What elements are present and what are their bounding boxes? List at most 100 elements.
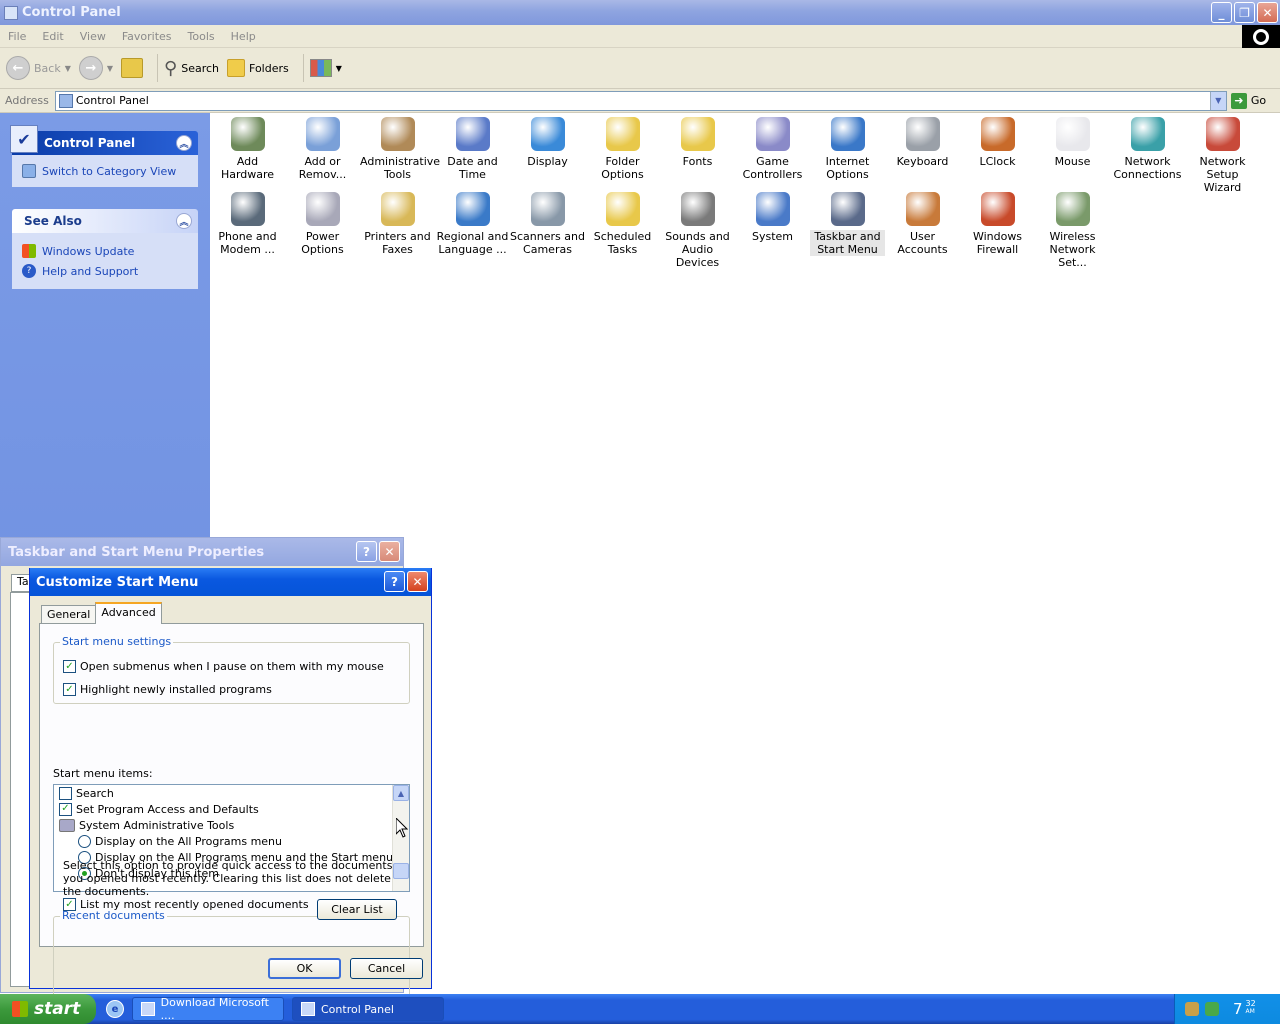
control-panel-icon (58, 93, 73, 108)
cp-item-mouse[interactable]: Mouse (1035, 113, 1110, 168)
cp-item-scheduled-tasks[interactable]: Scheduled Tasks (585, 188, 660, 256)
cp-item-game-controllers[interactable]: Game Controllers (735, 113, 810, 181)
cp-item-lclock[interactable]: LClock (960, 113, 1035, 168)
up-folder-button[interactable] (121, 58, 144, 78)
cp-item-regional-and-language[interactable]: Regional and Language ... (435, 188, 510, 256)
checkbox-checked[interactable]: ✓ (59, 802, 72, 816)
restore-button[interactable]: ❐ (1234, 2, 1255, 23)
collapse-icon[interactable]: ︽ (176, 213, 192, 229)
help-button[interactable]: ? (384, 571, 405, 592)
toolbar-divider (302, 54, 304, 82)
forward-button[interactable]: → ▼ (78, 56, 113, 80)
clock[interactable]: 7 32 AM (1233, 1000, 1256, 1019)
list-recent-documents-checkbox[interactable]: ✓ List my most recently opened documents (63, 898, 309, 911)
cp-item-keyboard[interactable]: Keyboard (885, 113, 960, 168)
cp-item-administrative-tools[interactable]: Administrative Tools (360, 113, 440, 181)
menu-file[interactable]: File (0, 30, 34, 43)
cp-item-power-options[interactable]: Power Options (285, 188, 360, 256)
list-item-set-program-access[interactable]: ✓ Set Program Access and Defaults (59, 801, 259, 817)
search-icon: ⚲ (164, 57, 178, 79)
list-item-label: System Administrative Tools (79, 818, 235, 832)
address-field[interactable]: Control Panel ▼ (54, 90, 1227, 111)
help-button[interactable]: ? (356, 541, 377, 562)
views-button[interactable]: ▼ (309, 59, 342, 77)
checkbox-unchecked[interactable] (59, 786, 72, 800)
cancel-button[interactable]: Cancel (350, 958, 423, 979)
cp-item-label: LClock (979, 155, 1016, 168)
chevron-down-icon[interactable]: ▼ (1209, 91, 1226, 110)
minimize-button[interactable]: _ (1211, 2, 1232, 23)
cp-item-display[interactable]: Display (510, 113, 585, 168)
customize-start-menu-dialog: Customize Start Menu ? ✕ General Advance… (29, 568, 432, 1000)
radio-all-programs[interactable]: Display on the All Programs menu (78, 833, 282, 849)
tray-network-icon[interactable] (1185, 1002, 1199, 1016)
search-button[interactable]: ⚲ Search (164, 58, 219, 79)
collapse-icon[interactable]: ︽ (176, 135, 192, 151)
close-button[interactable]: ✕ (407, 571, 428, 592)
taskbar-button-download[interactable]: Download Microsoft .... (132, 996, 284, 1022)
cp-item-label: Add Hardware (220, 155, 275, 181)
ok-button[interactable]: OK (268, 958, 341, 979)
cp-item-add-hardware[interactable]: Add Hardware (210, 113, 285, 181)
internet-explorer-icon[interactable]: e (106, 1000, 124, 1018)
go-button[interactable]: ➜ Go (1230, 92, 1266, 109)
see-also-header[interactable]: See Also ︽ (12, 209, 198, 233)
list-item-search[interactable]: Search (59, 785, 114, 801)
date-and-time-icon (455, 117, 490, 151)
menu-favorites[interactable]: Favorites (114, 30, 180, 43)
cp-item-phone-and-modem[interactable]: Phone and Modem ... (210, 188, 285, 256)
cp-item-add-or-remov[interactable]: Add or Remov... (285, 113, 360, 181)
control-panel-section-header[interactable]: ✔ Control Panel ︽ (10, 125, 198, 155)
dialog-title: Customize Start Menu (36, 574, 199, 590)
start-button[interactable]: start (0, 994, 96, 1024)
taskbar: start e Download Microsoft .... Control … (0, 994, 1280, 1024)
highlight-programs-checkbox[interactable]: ✓ Highlight newly installed programs (63, 683, 272, 696)
tab-advanced[interactable]: Advanced (95, 602, 162, 624)
close-button[interactable]: ✕ (379, 541, 400, 562)
back-button[interactable]: ← Back ▼ (6, 56, 71, 80)
forward-arrow-icon: → (78, 56, 103, 80)
cp-item-label: Phone and Modem ... (218, 230, 277, 256)
tray-security-icon[interactable] (1205, 1002, 1219, 1016)
keyboard-icon (905, 117, 940, 151)
taskbar-button-control-panel[interactable]: Control Panel (292, 997, 444, 1021)
mouse-cursor-icon (396, 818, 408, 838)
menu-view[interactable]: View (72, 30, 114, 43)
close-button[interactable]: ✕ (1257, 2, 1278, 23)
cp-item-windows-firewall[interactable]: Windows Firewall (960, 188, 1035, 256)
folders-button[interactable]: Folders (227, 59, 289, 77)
switch-category-view-link[interactable]: Switch to Category View (22, 161, 188, 181)
radio-unselected[interactable] (78, 834, 91, 848)
menu-tools[interactable]: Tools (180, 30, 223, 43)
network-setup-wizard-icon (1205, 117, 1240, 151)
windows-update-link[interactable]: Windows Update (22, 241, 188, 261)
cp-item-printers-and-faxes[interactable]: Printers and Faxes (360, 188, 435, 256)
chevron-down-icon[interactable]: ▼ (107, 64, 113, 73)
clear-list-button[interactable]: Clear List (317, 899, 397, 920)
cp-item-label: Display (527, 155, 568, 168)
list-item-label: Set Program Access and Defaults (76, 802, 259, 816)
recent-documents-description: Select this option to provide quick acce… (63, 859, 393, 898)
cp-item-folder-options[interactable]: Folder Options (585, 113, 660, 181)
cp-item-scanners-and-cameras[interactable]: Scanners and Cameras (510, 188, 585, 256)
cp-item-user-accounts[interactable]: User Accounts (885, 188, 960, 256)
cp-item-system[interactable]: System (735, 188, 810, 243)
scheduled-tasks-icon (605, 192, 640, 226)
cp-item-date-and-time[interactable]: Date and Time (435, 113, 510, 181)
menu-edit[interactable]: Edit (34, 30, 71, 43)
open-submenus-checkbox[interactable]: ✓ Open submenus when I pause on them wit… (63, 660, 384, 673)
cp-item-taskbar-and-start-menu[interactable]: Taskbar and Start Menu (810, 188, 885, 256)
clock-ampm: AM (1245, 1008, 1255, 1015)
cp-item-network-setup-wizard[interactable]: Network Setup Wizard (1185, 113, 1260, 194)
regional-and-language-icon (455, 192, 490, 226)
cp-item-network-connections[interactable]: Network Connections (1110, 113, 1185, 181)
cp-item-fonts[interactable]: Fonts (660, 113, 735, 168)
tab-general[interactable]: General (41, 605, 97, 624)
chevron-down-icon[interactable]: ▼ (65, 64, 71, 73)
help-support-link[interactable]: ? Help and Support (22, 261, 188, 281)
cp-item-internet-options[interactable]: Internet Options (810, 113, 885, 181)
scroll-up-arrow-icon[interactable]: ▲ (393, 785, 409, 801)
cp-item-sounds-and-audio-devices[interactable]: Sounds and Audio Devices (660, 188, 735, 269)
cp-item-wireless-network-set[interactable]: Wireless Network Set... (1035, 188, 1110, 269)
menu-help[interactable]: Help (223, 30, 264, 43)
